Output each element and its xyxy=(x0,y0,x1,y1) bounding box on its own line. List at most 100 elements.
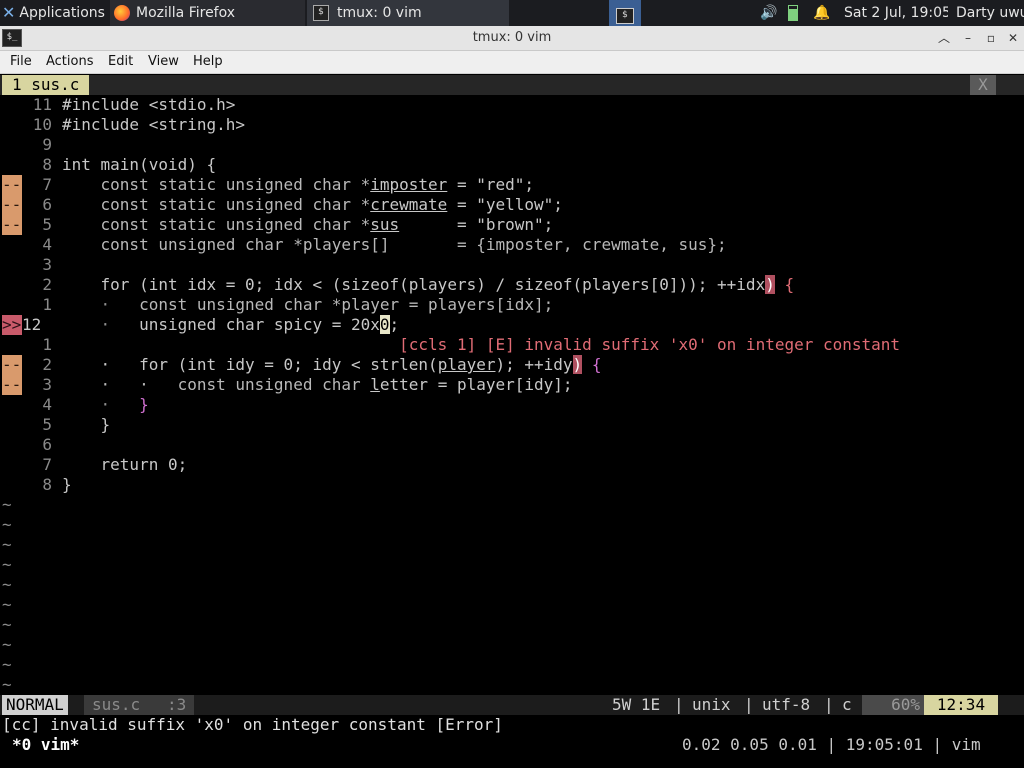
tmux-window-0[interactable]: *0 vim* xyxy=(12,735,79,755)
vim-message-line: [cc] invalid suffix 'x0' on integer cons… xyxy=(2,715,503,734)
line-number: 2 xyxy=(42,355,52,374)
code-line[interactable]: 11 #include <stdio.h> xyxy=(0,95,1024,115)
notification-bell-icon[interactable]: 🔔 xyxy=(813,0,829,26)
window-titlebar[interactable]: $_ tmux: 0 vim ︿ – ▫ ✕ xyxy=(0,26,1024,51)
code-line[interactable]: 4 · } xyxy=(0,395,1024,415)
line-text: · const unsigned char *player = players[… xyxy=(62,295,554,314)
error-sign: >> xyxy=(2,315,22,335)
empty-line-tilde: ~ xyxy=(2,575,12,594)
line-number: 8 xyxy=(42,475,52,494)
code-line[interactable]: 7 return 0; xyxy=(0,455,1024,475)
menu-edit[interactable]: Edit xyxy=(108,51,133,73)
line-text: · for (int idy = 0; idy < strlen(player)… xyxy=(62,355,602,374)
workspace-terminal-button[interactable]: $ xyxy=(609,0,641,26)
line-text: const static unsigned char *crewmate = "… xyxy=(62,195,563,214)
shade-icon[interactable]: ︿ xyxy=(933,26,955,50)
line-number: 3 xyxy=(42,255,52,274)
line-text: · unsigned char spicy = 20x0; xyxy=(62,315,400,334)
menu-file[interactable]: File xyxy=(10,51,32,73)
menu-view[interactable]: View xyxy=(148,51,179,73)
code-line[interactable]: 1 · const unsigned char *player = player… xyxy=(0,295,1024,315)
clock[interactable]: Sat 2 Jul, 19:05 xyxy=(844,0,948,26)
close-icon[interactable]: ✕ xyxy=(1002,26,1024,50)
code-line[interactable]: 4 const unsigned char *players[] = {impo… xyxy=(0,235,1024,255)
line-text: #include <stdio.h> xyxy=(62,95,236,114)
status-position: 12:34 xyxy=(924,695,998,715)
status-mode: NORMAL xyxy=(2,695,68,715)
code-line[interactable]: 8 int main(void) { xyxy=(0,155,1024,175)
empty-line-tilde: ~ xyxy=(2,495,12,514)
terminal-icon: $ xyxy=(313,5,329,21)
applications-menu[interactable]: ✕Applications ⁝ xyxy=(2,0,110,26)
vim-tab-sus-c[interactable]: 1 sus.c xyxy=(2,75,90,95)
empty-line-tilde: ~ xyxy=(2,535,12,554)
line-text: #include <string.h> xyxy=(62,115,246,134)
empty-line-tilde: ~ xyxy=(2,515,12,534)
empty-line-tilde: ~ xyxy=(2,555,12,574)
code-line[interactable]: 10 #include <string.h> xyxy=(0,115,1024,135)
code-line[interactable]: -- 7 const static unsigned char *imposter… xyxy=(0,175,1024,195)
code-line[interactable]: 5 } xyxy=(0,415,1024,435)
change-sign: -- xyxy=(2,175,22,195)
code-line[interactable]: 2 for (int idx = 0; idx < (sizeof(player… xyxy=(0,275,1024,295)
line-number: 8 xyxy=(42,155,52,174)
status-filename: sus.c xyxy=(84,695,149,715)
code-line[interactable]: 8} xyxy=(0,475,1024,495)
code-line[interactable]: 3 xyxy=(0,255,1024,275)
minimize-icon[interactable]: – xyxy=(957,26,979,50)
line-number: 1 xyxy=(42,335,52,354)
line-number: 4 xyxy=(42,395,52,414)
line-number: 12 xyxy=(22,315,42,334)
empty-line-tilde: ~ xyxy=(2,595,12,614)
line-text: · · const unsigned char letter = player[… xyxy=(62,375,573,394)
code-line[interactable]: 6 xyxy=(0,435,1024,455)
empty-line-tilde: ~ xyxy=(2,675,12,694)
top-panel: ✕Applications ⁝ Mozilla Firefox $tmux: 0… xyxy=(0,0,1024,26)
empty-line-tilde: ~ xyxy=(2,615,12,634)
volume-icon[interactable]: 🔊 xyxy=(760,0,778,26)
taskbar-item-firefox[interactable]: Mozilla Firefox xyxy=(110,0,305,26)
code-line[interactable]: -- 2 · for (int idy = 0; idy < strlen(pla… xyxy=(0,355,1024,375)
code-line[interactable]: -- 6 const static unsigned char *crewmate… xyxy=(0,195,1024,215)
code-line[interactable]: >> 12 · unsigned char spicy = 20x0; xyxy=(0,315,1024,335)
change-sign: -- xyxy=(2,215,22,235)
code-line[interactable]: -- 3 · · const unsigned char letter = pla… xyxy=(0,375,1024,395)
line-number: 9 xyxy=(42,135,52,154)
change-sign: -- xyxy=(2,195,22,215)
change-sign: -- xyxy=(2,375,22,395)
line-text: int main(void) { xyxy=(62,155,217,174)
code-line[interactable]: 9 xyxy=(0,135,1024,155)
user-menu[interactable]: Darty uwu xyxy=(956,0,1024,26)
line-text: for (int idx = 0; idx < (sizeof(players)… xyxy=(62,275,795,294)
vim-tab-close-button[interactable]: X xyxy=(970,75,996,95)
line-number: 1 xyxy=(42,295,52,314)
line-number: 6 xyxy=(42,195,52,214)
menubar: File Actions Edit View Help xyxy=(0,51,1024,74)
line-number: 5 xyxy=(42,415,52,434)
terminal-area[interactable]: 1 sus.c X 11 #include <stdio.h> 10 #include… xyxy=(0,75,1024,768)
line-number: 7 xyxy=(42,175,52,194)
line-number: 6 xyxy=(42,435,52,454)
code-line[interactable]: -- 5 const static unsigned char *sus = "b… xyxy=(0,215,1024,235)
status-fileformat: unix xyxy=(692,695,731,714)
change-sign: -- xyxy=(2,355,22,375)
window-title: tmux: 0 vim xyxy=(472,30,552,45)
menu-help[interactable]: Help xyxy=(193,51,223,73)
line-text: const static unsigned char *sus = "brown… xyxy=(62,215,554,234)
firefox-icon xyxy=(114,5,130,21)
battery-icon[interactable] xyxy=(788,0,802,26)
vim-statusline: NORMAL sus.c :3 5W 1E | unix | utf-8 | c… xyxy=(0,695,1024,715)
line-number: 2 xyxy=(42,275,52,294)
maximize-icon[interactable]: ▫ xyxy=(980,26,1002,50)
status-filetype: c xyxy=(842,695,852,714)
status-encoding: utf-8 xyxy=(762,695,811,714)
menu-actions[interactable]: Actions xyxy=(46,51,94,73)
line-text: · } xyxy=(62,395,149,414)
taskbar-item-tmux[interactable]: $ tmux: 0 vim xyxy=(307,0,509,26)
code-line[interactable]: 1 [ccls 1] [E] invalid suffix 'x0' on in… xyxy=(0,335,1024,355)
vim-tabline: 1 sus.c X xyxy=(0,75,1024,95)
tmux-status-right: 0.02 0.05 0.01 | 19:05:01 | vim xyxy=(682,735,981,754)
line-number: 5 xyxy=(42,215,52,234)
line-number: 3 xyxy=(42,375,52,394)
empty-line-tilde: ~ xyxy=(2,655,12,674)
